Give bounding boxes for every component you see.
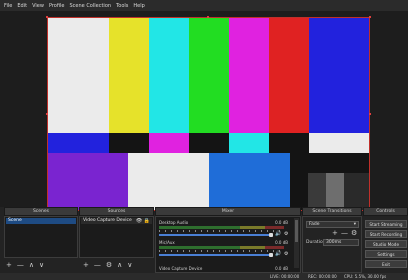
eye-icon[interactable]: 👁 <box>136 218 142 224</box>
remove-scene-button[interactable]: — <box>17 261 24 269</box>
transition-select-value: Fade <box>309 222 320 227</box>
transition-properties-gear-icon[interactable]: ⚙ <box>351 229 357 237</box>
chevron-down-icon: ▾ <box>353 222 356 227</box>
scene-up-button[interactable]: ∧ <box>29 261 34 269</box>
source-down-button[interactable]: ∨ <box>127 261 132 269</box>
volume-slider-knob[interactable] <box>269 233 273 237</box>
scenes-toolbar: + — ∧ ∨ <box>6 260 49 270</box>
source-properties-gear-icon[interactable]: ⚙ <box>106 261 112 269</box>
add-scene-button[interactable]: + <box>6 261 12 269</box>
preview-area[interactable] <box>0 11 408 212</box>
transform-handle[interactable] <box>207 16 209 18</box>
transition-select[interactable]: Fade ▾ <box>306 221 359 228</box>
mixer-channel-db: 0.0 dB <box>275 240 288 245</box>
gear-icon[interactable]: ⚙ <box>284 231 288 237</box>
menu-file[interactable]: File <box>4 3 12 9</box>
cpu-status: CPU: 5.5%, 30.00 fps <box>344 274 387 279</box>
mixer-channel-db: 0.0 dB <box>275 220 288 225</box>
bottom-gray-dark <box>308 173 326 210</box>
color-bar-green <box>189 18 229 133</box>
bottom-white <box>128 153 209 210</box>
studio-mode-button[interactable]: Studio Mode <box>365 240 407 248</box>
strip-white <box>309 133 369 153</box>
scenes-dock-title: Scenes <box>4 207 78 216</box>
bottom-black-top <box>308 153 369 173</box>
menu-tools[interactable]: Tools <box>116 3 128 9</box>
sources-dock-title: Sources <box>79 207 154 216</box>
transform-handle[interactable] <box>369 16 371 18</box>
bottom-blue <box>209 153 290 210</box>
controls-panel: Start Streaming Start Recording Studio M… <box>363 216 408 273</box>
mixer-channel-name: Mic/Aux <box>159 240 175 245</box>
menu-scene-collection[interactable]: Scene Collection <box>69 3 111 9</box>
color-bar-yellow <box>109 18 149 133</box>
color-bar-magenta <box>229 18 269 133</box>
status-bar: LIVE: 00:00:00 REC: 00:00:00 CPU: 5.5%, … <box>0 273 408 280</box>
scene-down-button[interactable]: ∨ <box>39 261 44 269</box>
volume-meter <box>159 226 284 229</box>
source-item-label: Video Capture Device <box>83 218 132 223</box>
duration-input[interactable]: 300ms <box>323 239 359 246</box>
bottom-gray-mid <box>344 173 369 210</box>
menu-edit[interactable]: Edit <box>17 3 27 9</box>
menu-profile[interactable]: Profile <box>49 3 65 9</box>
remove-transition-button[interactable]: — <box>341 229 348 237</box>
settings-button[interactable]: Settings <box>365 250 407 258</box>
mixer-channel-name: Video Capture Device <box>159 266 203 271</box>
menu-help[interactable]: Help <box>133 3 144 9</box>
start-streaming-button[interactable]: Start Streaming <box>365 220 407 228</box>
add-transition-button[interactable]: + <box>332 229 338 237</box>
add-source-button[interactable]: + <box>83 261 89 269</box>
source-up-button[interactable]: ∧ <box>117 261 122 269</box>
strip-black <box>189 133 229 153</box>
speaker-icon[interactable]: 🔊 <box>275 231 281 237</box>
transitions-dock-title: Scene Transitions <box>302 207 362 216</box>
mixer-channel-name: Desktop Audio <box>159 220 189 225</box>
strip-black <box>109 133 149 153</box>
bottom-gray-light <box>326 173 344 210</box>
transform-handle[interactable] <box>46 16 48 18</box>
speaker-icon[interactable]: 🔊 <box>275 251 281 257</box>
bottom-black <box>290 153 308 210</box>
menu-bar: File Edit View Profile Scene Collection … <box>0 0 408 11</box>
mixer-scrollbar[interactable] <box>294 218 299 268</box>
color-bar-white <box>48 18 109 133</box>
sources-toolbar: + — ⚙ ∧ ∨ <box>83 260 137 270</box>
rec-status: REC: 00:00:00 <box>308 274 337 279</box>
scene-item[interactable]: Scene <box>6 218 76 224</box>
volume-slider[interactable] <box>159 234 271 236</box>
live-status: LIVE: 00:00:00 <box>270 274 300 279</box>
scenes-list[interactable]: Scene <box>4 216 78 258</box>
sources-list[interactable]: Video Capture Device 👁 🔒 <box>79 216 154 258</box>
start-recording-button[interactable]: Start Recording <box>365 230 407 238</box>
menu-view[interactable]: View <box>32 3 44 9</box>
bottom-purple <box>48 153 128 210</box>
strip-cyan <box>229 133 269 153</box>
color-bar-blue <box>309 18 369 133</box>
lock-icon[interactable]: 🔒 <box>144 218 150 224</box>
color-bar-cyan <box>149 18 189 133</box>
remove-source-button[interactable]: — <box>94 261 101 269</box>
volume-meter <box>159 246 284 249</box>
transform-handle[interactable] <box>369 113 371 115</box>
source-item[interactable]: Video Capture Device 👁 🔒 <box>81 218 152 224</box>
gear-icon[interactable]: ⚙ <box>284 251 288 257</box>
scene-transitions-panel: Fade ▾ + — ⚙ Duration 300ms <box>302 216 362 273</box>
meter-ticks <box>159 230 284 232</box>
audio-mixer: Desktop Audio 0.0 dB 🔊 ⚙ Mic/Aux 0.0 dB … <box>155 216 301 273</box>
mixer-dock-title: Mixer <box>155 207 301 216</box>
mixer-channel-db: 0.0 dB <box>275 266 288 271</box>
transform-handle[interactable] <box>46 113 48 115</box>
volume-slider[interactable] <box>159 254 271 256</box>
meter-ticks <box>159 250 284 252</box>
preview-canvas[interactable] <box>47 17 370 211</box>
strip-blue <box>48 133 109 153</box>
strip-black <box>269 133 309 153</box>
color-bar-red <box>269 18 309 133</box>
volume-slider-knob[interactable] <box>269 253 273 257</box>
strip-magenta <box>149 133 189 153</box>
dock-headers: Scenes Sources Mixer Scene Transitions C… <box>0 207 408 216</box>
controls-dock-title: Controls <box>363 207 408 216</box>
exit-button[interactable]: Exit <box>365 260 407 268</box>
